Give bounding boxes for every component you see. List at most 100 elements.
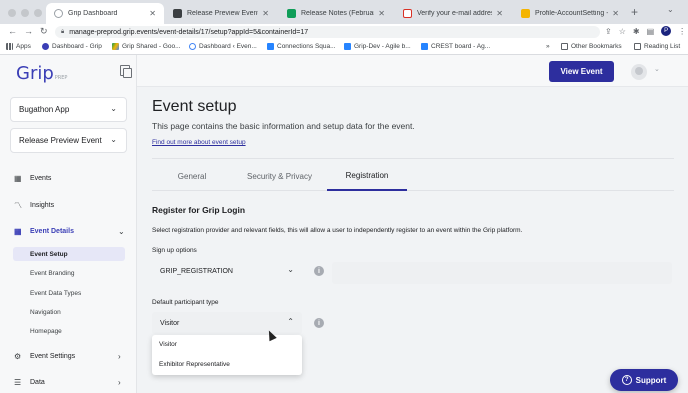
sidebar-subitem-homepage[interactable]: Homepage bbox=[30, 328, 62, 335]
tab-title: Release Preview Event M bbox=[187, 10, 259, 17]
browser-tab-verify-email[interactable]: Verify your e-mail address fo ✕ bbox=[395, 3, 511, 24]
folder-icon bbox=[561, 43, 568, 50]
sidebar-subitem-event-setup[interactable]: Event Setup bbox=[30, 251, 68, 258]
jira-icon bbox=[421, 43, 428, 50]
bookmark-reading-list[interactable]: Reading List bbox=[634, 43, 680, 50]
sidebar-item-data[interactable]: ☰ Data bbox=[14, 378, 45, 387]
sidebar-item-event-settings[interactable]: ⚙ Event Settings bbox=[14, 352, 75, 361]
close-icon[interactable]: ✕ bbox=[149, 9, 156, 18]
section-description: Select registration provider and relevan… bbox=[152, 227, 523, 234]
sidebar-item-insights[interactable]: 〽 Insights bbox=[14, 200, 54, 211]
bookmark-connections[interactable]: Connections Squa... bbox=[267, 43, 336, 50]
chevron-down-icon[interactable]: ⌄ bbox=[654, 65, 660, 73]
tab-general[interactable]: General bbox=[152, 161, 232, 191]
grip-favicon-icon bbox=[42, 43, 49, 50]
list-icon: ☰ bbox=[14, 378, 22, 387]
menu-option-exhibitor-representative[interactable]: Exhibitor Representative bbox=[159, 361, 230, 368]
copy-icon[interactable] bbox=[120, 65, 132, 78]
bookmark-dashboard-grip[interactable]: Dashboard - Grip bbox=[42, 43, 102, 50]
invision-favicon-icon bbox=[521, 9, 530, 18]
bookmark-apps[interactable]: Apps bbox=[6, 43, 31, 50]
sidebar-item-events[interactable]: ▦ Events bbox=[14, 174, 51, 183]
star-icon[interactable]: ☆ bbox=[619, 27, 626, 36]
close-icon[interactable]: ✕ bbox=[378, 9, 385, 18]
event-selector[interactable]: Release Preview Event ⌄ bbox=[10, 128, 127, 153]
participant-type-value: Visitor bbox=[160, 319, 180, 327]
grip-logo[interactable]: GripPREP bbox=[16, 63, 67, 84]
jira-icon bbox=[267, 43, 274, 50]
bookmark-other[interactable]: Other Bookmarks bbox=[561, 43, 622, 50]
bookmark-crest-board[interactable]: CREST board - Ag... bbox=[421, 43, 490, 50]
app-selector[interactable]: Bugathon App ⌄ bbox=[10, 97, 127, 122]
info-icon[interactable]: i bbox=[314, 266, 324, 276]
main-content: View Event ⌄ Event setup This page conta… bbox=[137, 55, 688, 393]
reload-icon[interactable]: ↻ bbox=[40, 26, 48, 37]
signup-options-value: GRIP_REGISTRATION bbox=[160, 267, 233, 275]
close-icon[interactable]: ✕ bbox=[262, 9, 269, 18]
browser-tab-grip-dashboard[interactable]: Grip Dashboard ✕ bbox=[46, 3, 164, 24]
setup-tabs: General Security & Privacy Registration bbox=[152, 161, 674, 191]
calendar-icon: ▦ bbox=[14, 174, 22, 183]
bookmark-dashboard-events[interactable]: Dashboard ‹ Even... bbox=[189, 43, 257, 50]
participant-type-menu: Visitor Exhibitor Representative bbox=[152, 335, 302, 375]
chevron-down-icon: ⌄ bbox=[287, 265, 294, 274]
tab-title: Release Notes (February 202 bbox=[301, 10, 374, 17]
back-arrow-icon[interactable]: ← bbox=[8, 26, 17, 36]
forward-arrow-icon[interactable]: → bbox=[24, 26, 33, 36]
url-field[interactable]: 🔒︎ manage-preprod.grip.events/event-deta… bbox=[55, 26, 600, 38]
page-description: This page contains the basic information… bbox=[152, 121, 415, 131]
divider bbox=[152, 158, 674, 159]
bookmark-grip-shared[interactable]: Grip Shared - Goo... bbox=[112, 43, 181, 50]
support-button[interactable]: ? Support bbox=[610, 369, 678, 391]
help-icon: ? bbox=[621, 375, 632, 385]
tab-search-chevron-icon[interactable]: ⌄ bbox=[667, 5, 674, 14]
share-icon[interactable]: ⇪ bbox=[605, 27, 612, 36]
sheets-favicon-icon bbox=[287, 9, 296, 18]
profile-avatar[interactable]: P bbox=[661, 26, 672, 36]
close-icon[interactable]: ✕ bbox=[612, 9, 619, 18]
trend-icon: 〽 bbox=[14, 201, 22, 210]
chevron-down-icon[interactable]: ⌄ bbox=[118, 227, 125, 236]
user-avatar[interactable] bbox=[631, 64, 647, 80]
close-icon[interactable]: ✕ bbox=[496, 9, 503, 18]
participant-type-select[interactable]: Visitor ⌃ bbox=[152, 312, 302, 334]
learn-more-link[interactable]: Find out more about event setup bbox=[152, 139, 246, 146]
reading-list-icon[interactable]: ▤ bbox=[647, 27, 655, 36]
window-controls[interactable] bbox=[8, 9, 42, 17]
view-event-button[interactable]: View Event bbox=[549, 61, 614, 82]
top-bar: View Event ⌄ bbox=[137, 55, 688, 87]
calendar-icon: ▦ bbox=[14, 227, 22, 236]
blurred-field bbox=[332, 262, 672, 284]
sidebar-subitem-navigation[interactable]: Navigation bbox=[30, 309, 61, 316]
sidebar-item-event-details[interactable]: ▦ Event Details bbox=[14, 227, 74, 236]
gmail-favicon-icon bbox=[403, 9, 412, 18]
tab-security-privacy[interactable]: Security & Privacy bbox=[232, 161, 327, 191]
menu-option-visitor[interactable]: Visitor bbox=[159, 341, 177, 348]
signup-options-select[interactable]: GRIP_REGISTRATION ⌄ bbox=[152, 260, 302, 282]
sidebar-subitem-event-branding[interactable]: Event Branding bbox=[30, 270, 74, 277]
address-bar-row: ← → ↻ 🔒︎ manage-preprod.grip.events/even… bbox=[0, 24, 688, 40]
grip-app: GripPREP Bugathon App ⌄ Release Preview … bbox=[0, 55, 688, 393]
jira-icon bbox=[344, 43, 351, 50]
browser-tab-release-notes[interactable]: Release Notes (February 202 ✕ bbox=[279, 3, 393, 24]
browser-tab-profile-account[interactable]: Profile-AccountSetting -v De ✕ bbox=[513, 3, 627, 24]
drive-icon bbox=[112, 43, 119, 50]
more-menu-icon[interactable]: ⋮ bbox=[678, 27, 686, 36]
participant-type-label: Default participant type bbox=[152, 299, 219, 306]
bookmark-grip-dev[interactable]: Grip-Dev - Agile b... bbox=[344, 43, 411, 50]
tab-registration[interactable]: Registration bbox=[327, 161, 407, 191]
section-title: Register for Grip Login bbox=[152, 205, 246, 215]
extensions-icon[interactable]: ✱ bbox=[633, 27, 640, 36]
address-bar-actions: ⇪ ☆ ✱ ▤ P ⋮ bbox=[605, 26, 686, 36]
chevron-right-icon[interactable]: › bbox=[118, 378, 121, 387]
chevron-right-icon[interactable]: › bbox=[118, 352, 121, 361]
more-bookmarks[interactable]: » bbox=[546, 43, 550, 50]
sidebar-subitem-event-data-types[interactable]: Event Data Types bbox=[30, 290, 81, 297]
reading-list-icon bbox=[634, 43, 641, 50]
app-selector-value: Bugathon App bbox=[19, 105, 70, 114]
chevron-down-icon: ⌄ bbox=[110, 104, 117, 113]
new-tab-icon[interactable]: + bbox=[631, 5, 638, 19]
browser-tab-release-preview[interactable]: Release Preview Event M ✕ bbox=[165, 3, 277, 24]
google-icon bbox=[189, 43, 196, 50]
info-icon[interactable]: i bbox=[314, 318, 324, 328]
